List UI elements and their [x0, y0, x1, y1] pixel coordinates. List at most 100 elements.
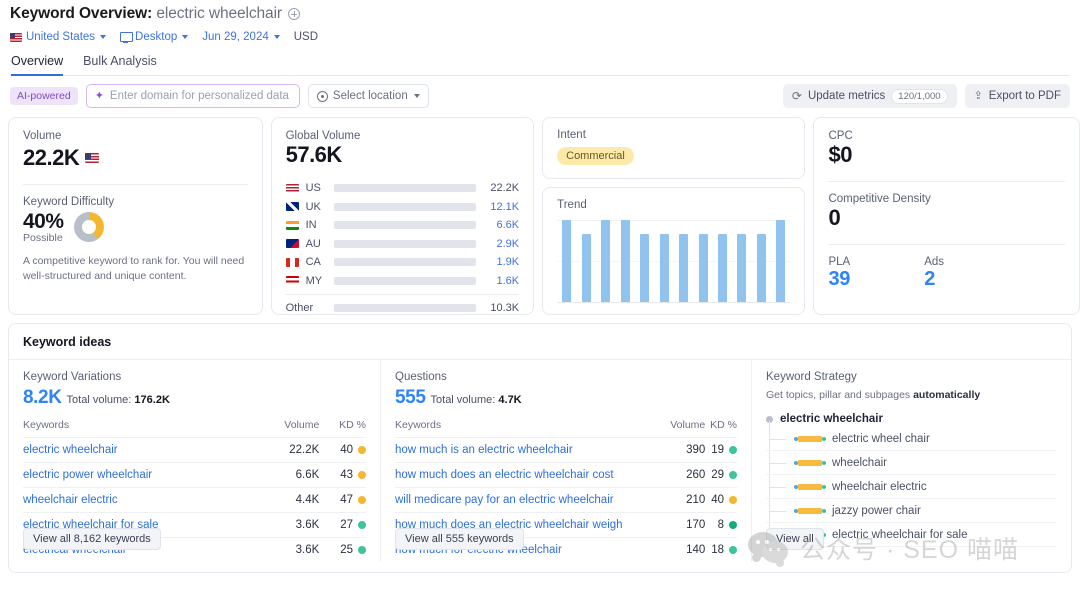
page-header: Keyword Overview: electric wheelchair Un…: [0, 0, 1080, 76]
keyword-link[interactable]: will medicare pay for an electric wheelc…: [395, 488, 664, 513]
currency-label: USD: [294, 31, 318, 43]
col-volume: Volume: [258, 419, 319, 438]
view-all-questions-button[interactable]: View all 555 keywords: [395, 528, 524, 550]
keyword-link[interactable]: electric wheelchair: [23, 438, 258, 463]
trend-bar-slot: [557, 220, 576, 302]
volume-bar-track: [334, 240, 477, 248]
device-selector[interactable]: Desktop: [120, 31, 188, 43]
strategy-root-node[interactable]: electric wheelchair: [766, 413, 1057, 425]
update-metrics-button[interactable]: ⟳ Update metrics 120/1,000: [783, 84, 957, 108]
keyword-strategy-subtitle: Get topics, pillar and subpages automati…: [766, 389, 1057, 401]
bar-segment: [798, 460, 822, 466]
global-volume-row-other: Other10.3K: [286, 299, 520, 318]
keyword-link[interactable]: wheelchair electric: [23, 488, 258, 513]
select-location-button[interactable]: Select location: [308, 84, 429, 108]
strategy-item[interactable]: electric wheel chair: [766, 427, 1057, 451]
kd-dot-icon: [729, 496, 737, 504]
export-to-pdf-button[interactable]: ⇪ Export to PDF: [965, 84, 1070, 108]
view-all-variations-button[interactable]: View all 8,162 keywords: [23, 528, 161, 550]
kd-dot-icon: [729, 521, 737, 529]
flag-icon-us: [286, 184, 299, 193]
keyword-variations-total: Total volume: 176.2K: [67, 394, 170, 406]
ai-powered-badge: AI-powered: [10, 87, 78, 105]
questions-column: Questions 555 Total volume: 4.7K Keyword…: [380, 360, 751, 562]
bar-segment: [798, 508, 822, 514]
keyword-strategy-title: Keyword Strategy: [766, 371, 1057, 383]
volume-label: Volume: [23, 130, 248, 142]
keyword-volume: 3.6K: [258, 513, 319, 538]
strategy-item-label: electric wheel chair: [832, 433, 930, 445]
country-volume-value: 2.9K: [483, 238, 519, 250]
kd-status: Possible: [23, 232, 64, 244]
pla-value[interactable]: 39: [828, 268, 850, 291]
keyword-variations-title: Keyword Variations: [23, 371, 366, 383]
keyword-kd: 18: [705, 538, 737, 563]
ads-label: Ads: [924, 256, 944, 268]
global-volume-card: Global Volume 57.6K US22.2KUK12.1KIN6.6K…: [271, 117, 535, 315]
page-title: Keyword Overview: electric wheelchair: [10, 5, 282, 23]
divider: [828, 181, 1065, 182]
strategy-item-label: jazzy power chair: [832, 505, 921, 517]
keyword-variations-column: Keyword Variations 8.2K Total volume: 17…: [9, 360, 380, 562]
date-selector[interactable]: Jun 29, 2024: [202, 31, 280, 43]
page-title-keyword: electric wheelchair: [156, 5, 282, 22]
location-pin-icon: [317, 91, 328, 102]
trend-bar-slot: [577, 220, 596, 302]
view-all-strategy-button[interactable]: View all: [766, 528, 824, 550]
trend-bar: [562, 220, 571, 302]
table-row: wheelchair electric4.4K47: [23, 488, 366, 513]
flag-icon-in: [286, 221, 299, 230]
keyword-kd: 25: [319, 538, 366, 563]
intent-badge: Commercial: [557, 147, 634, 165]
volume-value: 22.2K: [23, 145, 79, 171]
keyword-link[interactable]: how much does an electric wheelchair cos…: [395, 463, 664, 488]
kd-dot-icon: [358, 471, 366, 479]
other-volume-value: 10.3K: [483, 302, 519, 314]
total-volume-label: Total volume:: [431, 394, 496, 406]
trend-bar: [660, 234, 669, 302]
kd-dot-icon: [729, 546, 737, 554]
strategy-item[interactable]: jazzy power chair: [766, 499, 1057, 523]
col-kd: KD %: [319, 419, 366, 438]
metrics-cards-row: Volume 22.2K Keyword Difficulty 40% Poss…: [0, 117, 1080, 315]
cpc-label: CPC: [828, 130, 1065, 142]
ads-value[interactable]: 2: [924, 268, 944, 291]
country-code: AU: [306, 238, 327, 250]
flag-icon-my: [286, 276, 299, 285]
tab-overview[interactable]: Overview: [11, 54, 63, 75]
keyword-difficulty-label: Keyword Difficulty: [23, 196, 248, 208]
date-label: Jun 29, 2024: [202, 31, 269, 43]
keyword-link[interactable]: how much is an electric wheelchair: [395, 438, 664, 463]
strategy-item[interactable]: wheelchair electric: [766, 475, 1057, 499]
domain-input[interactable]: ✦ Enter domain for personalized data: [86, 84, 300, 108]
volume-bar-track: [334, 304, 477, 312]
country-label: United States: [26, 31, 95, 43]
pla-ads-row: PLA 39 Ads 2: [828, 256, 1065, 291]
global-volume-value: 57.6K: [286, 142, 520, 168]
volume-value-row: 22.2K: [23, 145, 248, 171]
device-label: Desktop: [135, 31, 177, 43]
questions-title: Questions: [395, 371, 737, 383]
competitive-density-label: Competitive Density: [828, 193, 1065, 205]
keyword-ideas-heading: Keyword ideas: [9, 324, 1071, 360]
flag-icon-au: [286, 239, 299, 248]
kd-dot-icon: [358, 496, 366, 504]
keyword-volume: 6.6K: [258, 463, 319, 488]
chevron-down-icon: [100, 35, 106, 39]
tab-bulk-analysis[interactable]: Bulk Analysis: [83, 54, 157, 75]
title-row: Keyword Overview: electric wheelchair: [10, 5, 1070, 23]
questions-stat: 555 Total volume: 4.7K: [395, 387, 737, 409]
country-code: IN: [306, 219, 327, 231]
keyword-link[interactable]: electric power wheelchair: [23, 463, 258, 488]
strategy-item[interactable]: wheelchair: [766, 451, 1057, 475]
meta-row: United States Desktop Jun 29, 2024 USD: [10, 31, 1070, 43]
country-volume-value: 22.2K: [483, 182, 519, 194]
add-keyword-icon[interactable]: [288, 8, 300, 20]
keyword-kd: 19: [705, 438, 737, 463]
volume-card: Volume 22.2K Keyword Difficulty 40% Poss…: [8, 117, 263, 315]
trend-bar: [601, 220, 610, 302]
strategy-item-label: electric wheelchair for sale: [832, 529, 968, 541]
country-selector[interactable]: United States: [10, 31, 106, 43]
trend-bar: [679, 234, 688, 302]
strategy-bar-indicator: [794, 508, 826, 514]
